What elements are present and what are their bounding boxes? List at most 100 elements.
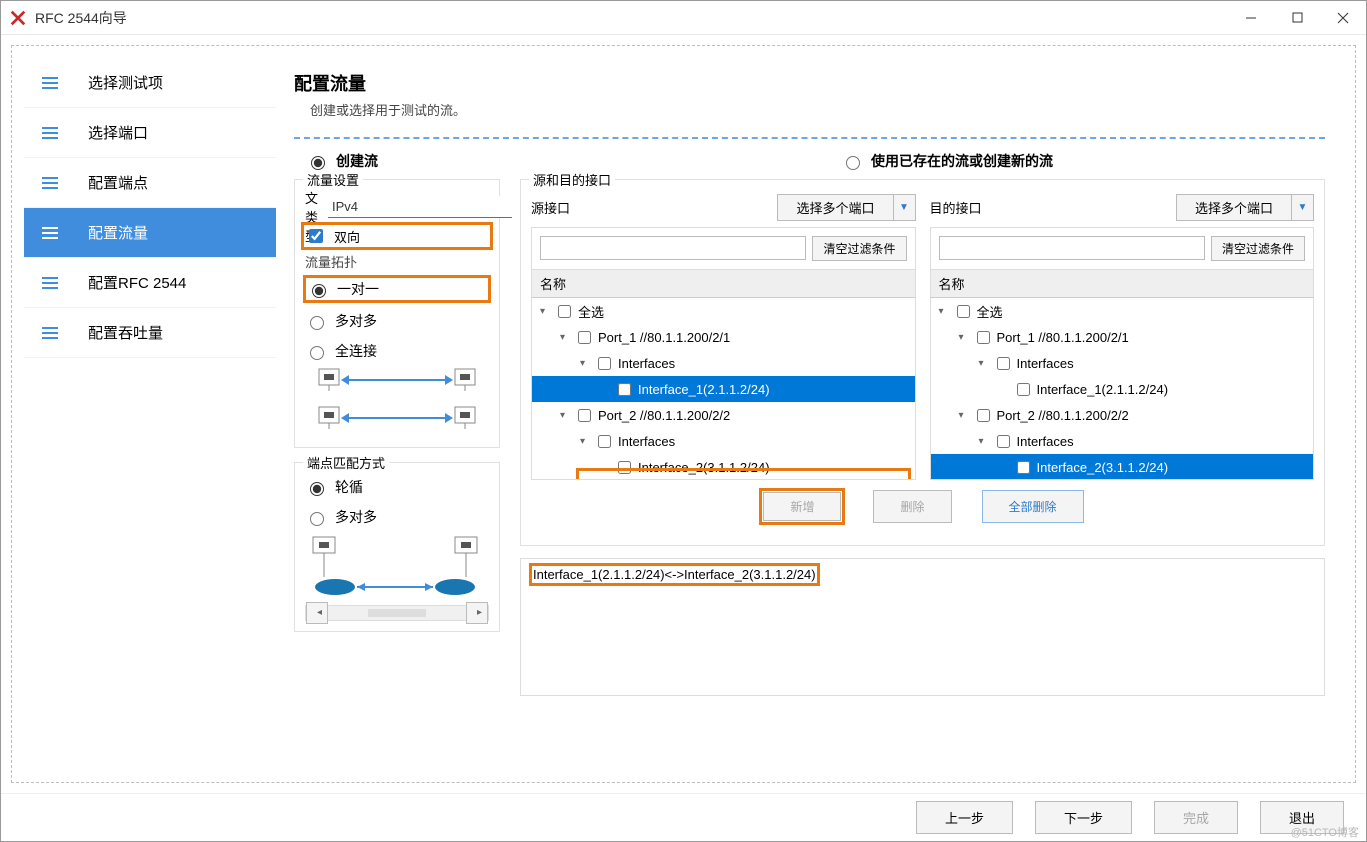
radio-input[interactable] <box>312 284 326 298</box>
close-button[interactable] <box>1320 3 1366 33</box>
dropdown-label[interactable]: 选择多个端口 <box>777 194 893 221</box>
radio-use-existing-flow[interactable]: 使用已存在的流或创建新的流 <box>841 151 1053 171</box>
tree-checkbox[interactable] <box>997 435 1010 448</box>
tree-row[interactable]: ▾Port_1 //80.1.1.200/2/1 <box>931 324 1314 350</box>
multi-port-dropdown[interactable]: 选择多个端口 ▼ <box>1176 194 1314 221</box>
tree-row[interactable]: ▾Interfaces <box>532 428 915 454</box>
radio-input[interactable] <box>311 156 325 170</box>
radio-create-flow[interactable]: 创建流 <box>306 151 378 171</box>
tree-row[interactable]: Interface_1(2.1.1.2/24) <box>532 376 915 402</box>
tree-checkbox[interactable] <box>977 409 990 422</box>
radio-input[interactable] <box>310 512 324 526</box>
tree-row[interactable]: Interface_1(2.1.1.2/24) <box>931 376 1314 402</box>
radio-match-many[interactable]: 多对多 <box>305 507 489 527</box>
tree-checkbox[interactable] <box>578 409 591 422</box>
delete-all-button[interactable]: 全部删除 <box>982 490 1084 523</box>
tree-checkbox[interactable] <box>957 305 970 318</box>
filter-input[interactable] <box>540 236 806 260</box>
scroll-left-icon[interactable]: ◂ <box>306 602 328 624</box>
tree-checkbox[interactable] <box>1017 461 1030 474</box>
chevron-down-icon[interactable]: ▼ <box>1292 194 1314 221</box>
tree-checkbox[interactable] <box>598 357 611 370</box>
tree-checkbox[interactable] <box>578 331 591 344</box>
tree-row[interactable]: ▾Interfaces <box>931 428 1314 454</box>
tree-row[interactable]: ▾全选 <box>931 298 1314 324</box>
dropdown-label[interactable]: 选择多个端口 <box>1176 194 1292 221</box>
radio-full-mesh[interactable]: 全连接 <box>305 341 489 361</box>
radio-label: 多对多 <box>335 507 377 527</box>
multi-port-dropdown[interactable]: 选择多个端口 ▼ <box>777 194 915 221</box>
twisty-icon[interactable]: ▾ <box>959 332 969 343</box>
clear-filter-button[interactable]: 清空过滤条件 <box>812 236 906 261</box>
add-button[interactable]: 新增 <box>763 492 841 521</box>
router-topology-icon <box>305 535 489 605</box>
nav-item-config-rfc2544[interactable]: 配置RFC 2544 <box>24 258 276 308</box>
clear-filter-button[interactable]: 清空过滤条件 <box>1211 236 1305 261</box>
twisty-icon[interactable]: ▾ <box>540 306 550 317</box>
delete-button[interactable]: 删除 <box>873 490 951 523</box>
twisty-icon[interactable]: ▾ <box>580 358 590 369</box>
tree-row[interactable]: ▾Port_2 //80.1.1.200/2/2 <box>532 402 915 428</box>
nav-item-config-traffic[interactable]: 配置流量 <box>24 208 276 258</box>
filter-input[interactable] <box>939 236 1205 260</box>
radio-one-to-one[interactable]: 一对一 <box>307 279 487 299</box>
minimize-button[interactable] <box>1228 3 1274 33</box>
twisty-icon[interactable]: ▾ <box>979 436 989 447</box>
nav-item-select-tests[interactable]: 选择测试项 <box>24 58 276 108</box>
tree-row[interactable]: Interface_2(3.1.1.2/24) <box>532 454 915 480</box>
nav-item-config-throughput[interactable]: 配置吞吐量 <box>24 308 276 358</box>
hamburger-icon <box>42 77 58 89</box>
tree-checkbox[interactable] <box>997 357 1010 370</box>
tree-row[interactable]: ▾Interfaces <box>931 350 1314 376</box>
twisty-icon[interactable]: ▾ <box>979 358 989 369</box>
filter-row: 清空过滤条件 <box>531 227 916 269</box>
tree-label: Port_2 //80.1.1.200/2/2 <box>997 408 1129 423</box>
maximize-button[interactable] <box>1274 3 1320 33</box>
twisty-icon[interactable]: ▾ <box>959 410 969 421</box>
scroll-thumb[interactable] <box>368 609 426 617</box>
pair-result-box[interactable]: Interface_1(2.1.1.2/24)<->Interface_2(3.… <box>520 558 1325 696</box>
scroll-right-icon[interactable]: ▸ <box>466 602 488 624</box>
radio-input[interactable] <box>846 156 860 170</box>
radio-many-to-many[interactable]: 多对多 <box>305 311 489 331</box>
twisty-icon[interactable]: ▾ <box>560 410 570 421</box>
radio-input[interactable] <box>310 346 324 360</box>
tree-row[interactable]: ▾Interfaces <box>532 350 915 376</box>
tree-checkbox[interactable] <box>558 305 571 318</box>
tree-label: 全选 <box>578 302 604 321</box>
finish-button[interactable]: 完成 <box>1154 801 1238 834</box>
port-icon <box>451 367 479 393</box>
prev-button[interactable]: 上一步 <box>916 801 1013 834</box>
app-logo-icon <box>9 9 27 27</box>
tree-checkbox[interactable] <box>1017 383 1030 396</box>
hamburger-icon <box>42 277 58 289</box>
tree-checkbox[interactable] <box>618 461 631 474</box>
nav-item-select-ports[interactable]: 选择端口 <box>24 108 276 158</box>
tree-checkbox[interactable] <box>598 435 611 448</box>
tree-checkbox[interactable] <box>977 331 990 344</box>
tree-row[interactable]: ▾ Port_2 //80.1.1.200/2/2 <box>931 402 1314 428</box>
wizard-nav: 选择测试项 选择端口 配置端点 配置流量 配置RFC 2544 配置吞吐量 <box>24 58 276 782</box>
checkbox-input[interactable] <box>309 229 323 243</box>
mini-scrollbar[interactable]: ◂ ▸ <box>305 605 489 621</box>
bidir-checkbox[interactable]: 双向 <box>305 226 489 246</box>
hamburger-icon <box>42 177 58 189</box>
tree-row[interactable]: ▾Port_1 //80.1.1.200/2/1 <box>532 324 915 350</box>
radio-round-robin[interactable]: 轮循 <box>305 477 489 497</box>
chevron-down-icon[interactable]: ▼ <box>894 194 916 221</box>
tree-row[interactable]: ▾ 全选 <box>532 298 915 324</box>
twisty-icon[interactable]: ▾ <box>560 332 570 343</box>
tree-row[interactable]: Interface_2(3.1.1.2/24) <box>931 454 1314 480</box>
tree-checkbox[interactable] <box>618 383 631 396</box>
radio-input[interactable] <box>310 316 324 330</box>
next-button[interactable]: 下一步 <box>1035 801 1132 834</box>
dest-tree[interactable]: ▾全选▾Port_1 //80.1.1.200/2/1▾InterfacesIn… <box>930 298 1315 480</box>
twisty-icon[interactable]: ▾ <box>939 306 949 317</box>
nav-item-config-endpoints[interactable]: 配置端点 <box>24 158 276 208</box>
settings-column: 流量设置 报文类型 双向 流量拓扑 <box>294 179 500 776</box>
checkbox-label: 双向 <box>334 227 360 246</box>
radio-input[interactable] <box>310 482 324 496</box>
twisty-icon[interactable]: ▾ <box>580 436 590 447</box>
source-tree[interactable]: ▾全选▾Port_1 //80.1.1.200/2/1▾InterfacesIn… <box>531 298 916 480</box>
packet-type-input[interactable] <box>328 196 512 218</box>
